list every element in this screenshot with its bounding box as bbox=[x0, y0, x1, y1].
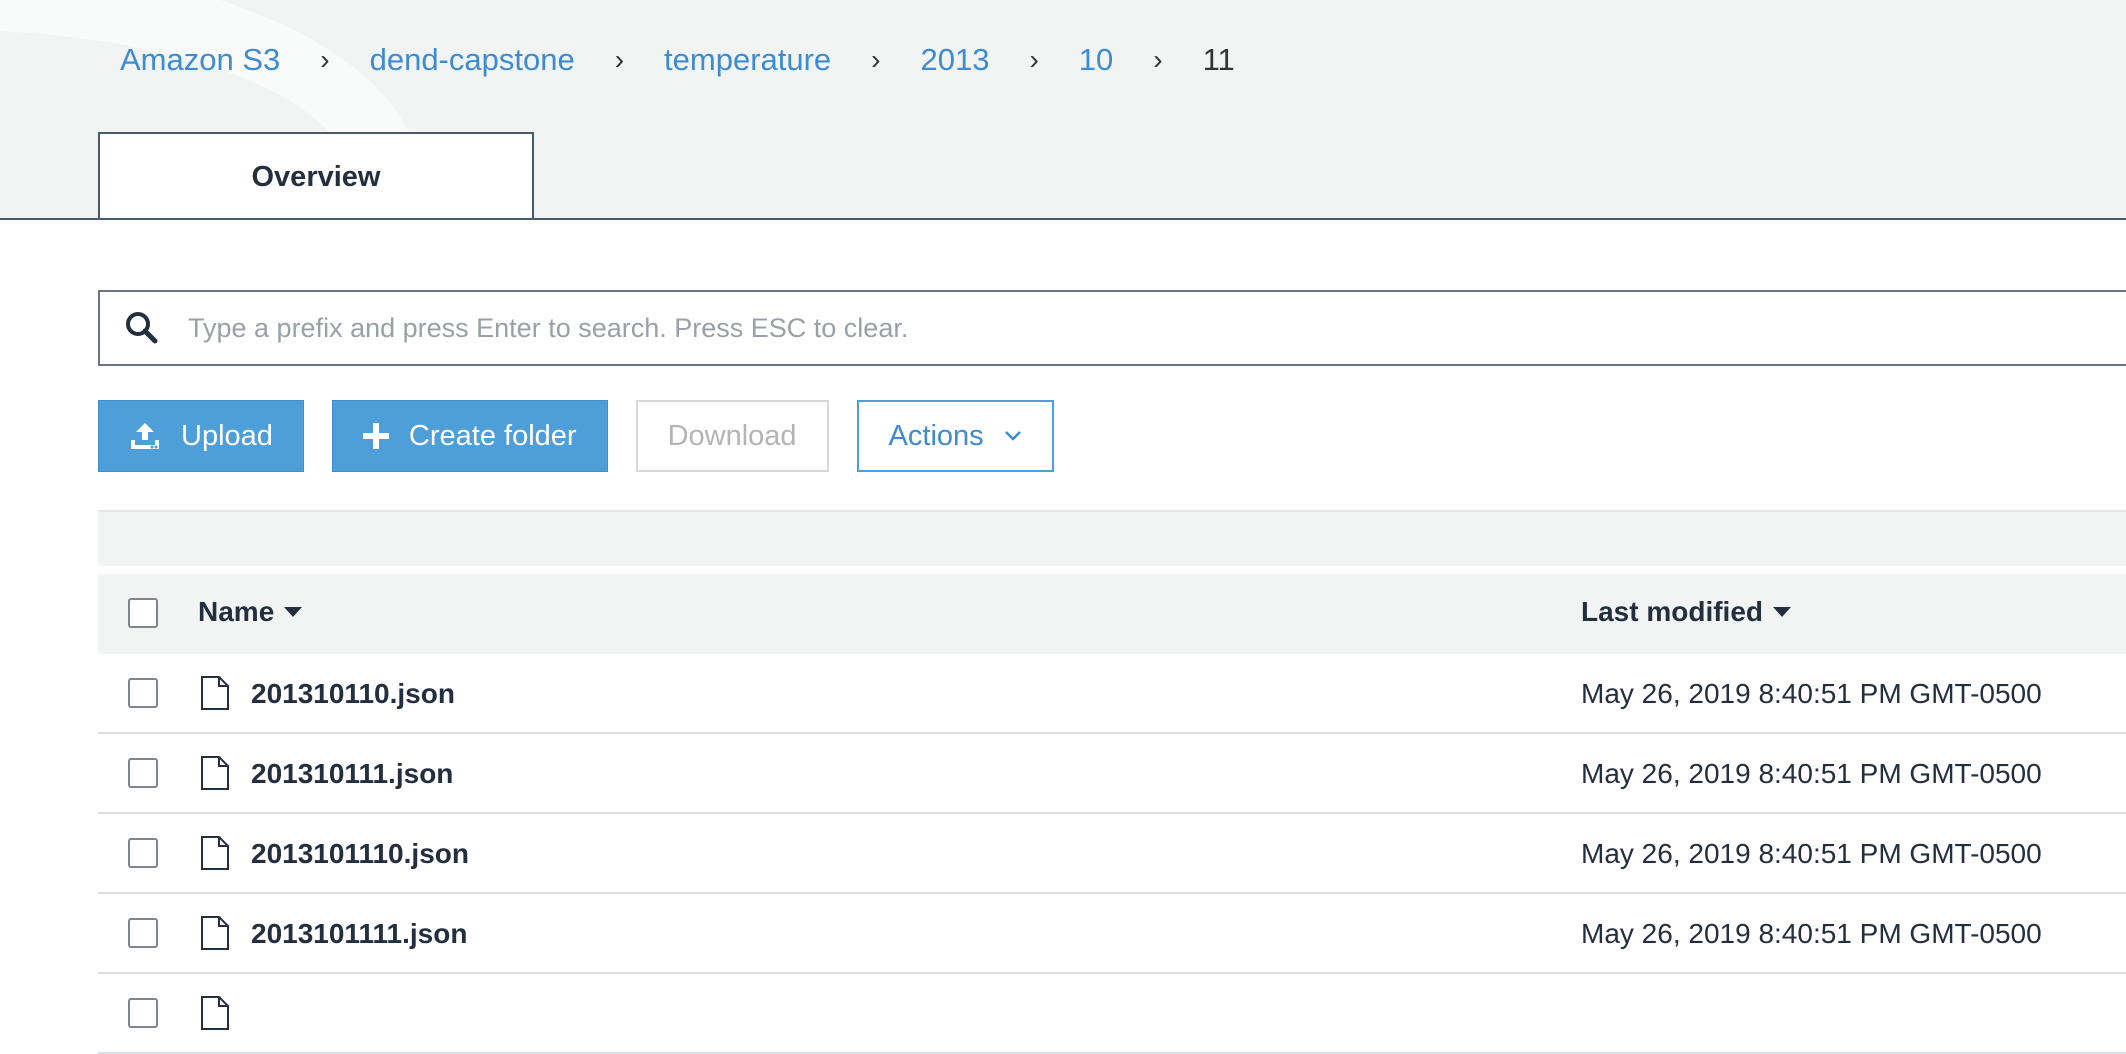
file-icon bbox=[201, 916, 229, 950]
file-name-link[interactable]: 2013101110.json bbox=[251, 838, 469, 870]
chevron-down-icon bbox=[1004, 431, 1021, 441]
search-icon bbox=[126, 312, 158, 344]
sort-caret-icon bbox=[1773, 607, 1792, 617]
toolbar: Upload Create folder Download Actions bbox=[98, 400, 1082, 472]
upload-button[interactable]: Upload bbox=[98, 400, 304, 472]
actions-dropdown-label: Actions bbox=[888, 419, 984, 452]
breadcrumb-current: 11 bbox=[1202, 42, 1235, 77]
breadcrumb-bucket[interactable]: dend-capstone bbox=[370, 38, 575, 82]
last-modified-value: May 26, 2019 8:40:51 PM GMT-0500 bbox=[1581, 758, 2042, 789]
last-modified-value: May 26, 2019 8:40:51 PM GMT-0500 bbox=[1581, 678, 2042, 709]
row-checkbox[interactable] bbox=[128, 918, 158, 948]
actions-dropdown[interactable]: Actions bbox=[856, 400, 1054, 472]
column-header-name-label: Name bbox=[198, 596, 275, 627]
file-icon bbox=[201, 676, 229, 710]
breadcrumb: Amazon S3 › dend-capstone › temperature … bbox=[120, 38, 1235, 82]
table-row[interactable] bbox=[98, 974, 2126, 1054]
file-name-link[interactable]: 201310111.json bbox=[251, 758, 453, 790]
upload-icon bbox=[131, 423, 159, 449]
file-icon bbox=[201, 836, 229, 870]
row-checkbox[interactable] bbox=[128, 838, 158, 868]
download-button[interactable]: Download bbox=[635, 400, 829, 472]
search-input[interactable] bbox=[186, 311, 2126, 345]
table-row[interactable]: 2013101111.json May 26, 2019 8:40:51 PM … bbox=[98, 894, 2126, 974]
chevron-right-icon: › bbox=[614, 44, 625, 75]
column-header-name[interactable]: Name bbox=[198, 596, 303, 628]
column-header-last-modified[interactable]: Last modified bbox=[1581, 596, 1792, 628]
file-icon bbox=[201, 756, 229, 790]
breadcrumb-amazon-s3[interactable]: Amazon S3 bbox=[120, 38, 280, 82]
file-name-link[interactable]: 2013101111.json bbox=[251, 918, 467, 950]
last-modified-value: May 26, 2019 8:40:51 PM GMT-0500 bbox=[1581, 918, 2042, 949]
table-header: Name Last modified bbox=[98, 574, 2126, 657]
table-row[interactable]: 201310111.json May 26, 2019 8:40:51 PM G… bbox=[98, 734, 2126, 814]
file-icon bbox=[201, 996, 229, 1030]
download-button-label: Download bbox=[667, 419, 797, 452]
file-list: 201310110.json May 26, 2019 8:40:51 PM G… bbox=[98, 654, 2126, 1054]
breadcrumb-folder-temperature[interactable]: temperature bbox=[664, 38, 831, 82]
row-checkbox[interactable] bbox=[128, 758, 158, 788]
last-modified-value: May 26, 2019 8:40:51 PM GMT-0500 bbox=[1581, 838, 2042, 869]
chevron-right-icon: › bbox=[320, 44, 330, 75]
table-row[interactable]: 2013101110.json May 26, 2019 8:40:51 PM … bbox=[98, 814, 2126, 894]
upload-button-label: Upload bbox=[181, 419, 273, 452]
create-folder-button[interactable]: Create folder bbox=[331, 400, 608, 472]
tab-overview[interactable]: Overview bbox=[98, 132, 534, 218]
sort-caret-icon bbox=[284, 607, 303, 617]
chevron-right-icon: › bbox=[1153, 44, 1163, 75]
plus-icon bbox=[362, 423, 389, 449]
select-all-checkbox[interactable] bbox=[128, 598, 158, 628]
chevron-right-icon: › bbox=[871, 44, 881, 75]
create-folder-button-label: Create folder bbox=[408, 419, 577, 452]
row-checkbox[interactable] bbox=[128, 998, 158, 1028]
file-name-link[interactable]: 201310110.json bbox=[251, 678, 455, 710]
chevron-right-icon: › bbox=[1029, 44, 1039, 75]
breadcrumb-folder-month[interactable]: 10 bbox=[1079, 38, 1113, 82]
header-area: Amazon S3 › dend-capstone › temperature … bbox=[0, 0, 2126, 220]
breadcrumb-folder-year[interactable]: 2013 bbox=[921, 38, 990, 82]
row-checkbox[interactable] bbox=[128, 678, 158, 708]
column-header-last-modified-label: Last modified bbox=[1581, 596, 1764, 627]
table-row[interactable]: 201310110.json May 26, 2019 8:40:51 PM G… bbox=[98, 654, 2126, 734]
search-bar bbox=[98, 290, 2126, 366]
table-info-strip bbox=[98, 510, 2126, 566]
